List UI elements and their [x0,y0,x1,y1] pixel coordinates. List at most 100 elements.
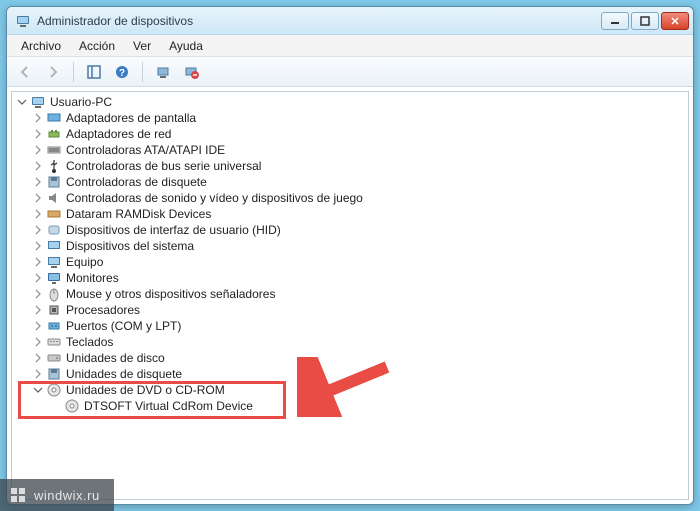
tree-category[interactable]: Puertos (COM y LPT) [12,318,688,334]
tree-category[interactable]: Dataram RAMDisk Devices [12,206,688,222]
usb-controller-icon [46,158,62,174]
tree-root[interactable]: Usuario-PC [12,94,688,110]
back-button[interactable] [13,60,37,84]
tree-item-label: Adaptadores de pantalla [66,111,196,125]
device-manager-window: Administrador de dispositivos Archivo Ac… [6,6,694,505]
tree-category[interactable]: Adaptadores de red [12,126,688,142]
menu-file[interactable]: Archivo [13,37,69,55]
tree-category[interactable]: Dispositivos de interfaz de usuario (HID… [12,222,688,238]
expand-icon[interactable] [32,160,44,172]
toolbar: ? [7,57,693,87]
tree-category[interactable]: Equipo [12,254,688,270]
tree-item-label: Controladoras ATA/ATAPI IDE [66,143,225,157]
sound-controller-icon [46,190,62,206]
expand-icon[interactable] [32,272,44,284]
window-title: Administrador de dispositivos [37,14,601,28]
expand-icon[interactable] [32,320,44,332]
tree-container: Usuario-PC Adaptadores de pantalla Adapt… [7,87,693,504]
disk-drive-icon [46,350,62,366]
menu-view[interactable]: Ver [125,37,159,55]
menubar: Archivo Acción Ver Ayuda [7,35,693,57]
collapse-icon[interactable] [32,384,44,396]
expand-icon[interactable] [32,208,44,220]
expand-icon[interactable] [32,288,44,300]
watermark: windwix.ru [0,479,114,511]
computer-icon [30,94,46,110]
ramdisk-icon [46,206,62,222]
tree-item-label: Controladoras de bus serie universal [66,159,261,173]
watermark-icon [10,487,26,503]
watermark-text: windwix.ru [34,488,100,503]
minimize-button[interactable] [601,12,629,30]
expand-icon[interactable] [32,192,44,204]
tree-category[interactable]: Dispositivos del sistema [12,238,688,254]
tree-root-label: Usuario-PC [50,95,112,109]
cdrom-icon [64,398,80,414]
expand-icon[interactable] [32,304,44,316]
keyboard-icon [46,334,62,350]
tree-category[interactable]: Unidades de disquete [12,366,688,382]
floppy-drive-icon [46,366,62,382]
svg-text:?: ? [119,68,125,79]
collapse-icon[interactable] [16,96,28,108]
toolbar-separator [73,62,74,82]
tree-item-label: Controladoras de disquete [66,175,207,189]
tree-item-label: Controladoras de sonido y vídeo y dispos… [66,191,363,205]
tree-category[interactable]: Controladoras ATA/ATAPI IDE [12,142,688,158]
app-icon [15,13,31,29]
tree-category[interactable]: Monitores [12,270,688,286]
tree-category[interactable]: Unidades de disco [12,350,688,366]
tree-category[interactable]: Controladoras de bus serie universal [12,158,688,174]
tree-item-label: Dispositivos de interfaz de usuario (HID… [66,223,281,237]
menu-help[interactable]: Ayuda [161,37,211,55]
tree-category[interactable]: Adaptadores de pantalla [12,110,688,126]
tree-item-label: Dataram RAMDisk Devices [66,207,211,221]
port-icon [46,318,62,334]
tree-item-label: Unidades de DVD o CD-ROM [66,383,225,397]
forward-button[interactable] [41,60,65,84]
expand-icon[interactable] [32,128,44,140]
device-tree: Usuario-PC Adaptadores de pantalla Adapt… [11,91,689,500]
tree-item-label: Procesadores [66,303,140,317]
tree-item-label: Teclados [66,335,113,349]
tree-item-label: Dispositivos del sistema [66,239,194,253]
uninstall-button[interactable] [179,60,203,84]
tree-item-label: Unidades de disquete [66,367,182,381]
expand-icon[interactable] [32,112,44,124]
maximize-button[interactable] [631,12,659,30]
expand-icon[interactable] [32,224,44,236]
tree-item-label: Mouse y otros dispositivos señaladores [66,287,275,301]
floppy-controller-icon [46,174,62,190]
close-button[interactable] [661,12,689,30]
show-hide-tree-button[interactable] [82,60,106,84]
expand-icon[interactable] [32,240,44,252]
toolbar-separator [142,62,143,82]
expand-icon[interactable] [32,368,44,380]
tree-category[interactable]: Procesadores [12,302,688,318]
cdrom-icon [46,382,62,398]
expand-icon[interactable] [32,336,44,348]
tree-category[interactable]: Teclados [12,334,688,350]
display-adapter-icon [46,110,62,126]
tree-category[interactable]: Controladoras de sonido y vídeo y dispos… [12,190,688,206]
processor-icon [46,302,62,318]
mouse-icon [46,286,62,302]
tree-category[interactable]: Mouse y otros dispositivos señaladores [12,286,688,302]
tree-device[interactable]: DTSOFT Virtual CdRom Device [12,398,688,414]
expand-icon[interactable] [32,256,44,268]
help-button[interactable]: ? [110,60,134,84]
tree-category[interactable]: Controladoras de disquete [12,174,688,190]
titlebar: Administrador de dispositivos [7,7,693,35]
system-device-icon [46,238,62,254]
ide-controller-icon [46,142,62,158]
scan-hardware-button[interactable] [151,60,175,84]
tree-item-label: Monitores [66,271,119,285]
expand-icon[interactable] [32,176,44,188]
expand-icon[interactable] [32,144,44,156]
tree-item-label: Unidades de disco [66,351,165,365]
network-adapter-icon [46,126,62,142]
computer-icon [46,254,62,270]
menu-action[interactable]: Acción [71,37,123,55]
expand-icon[interactable] [32,352,44,364]
tree-category-expanded[interactable]: Unidades de DVD o CD-ROM [12,382,688,398]
